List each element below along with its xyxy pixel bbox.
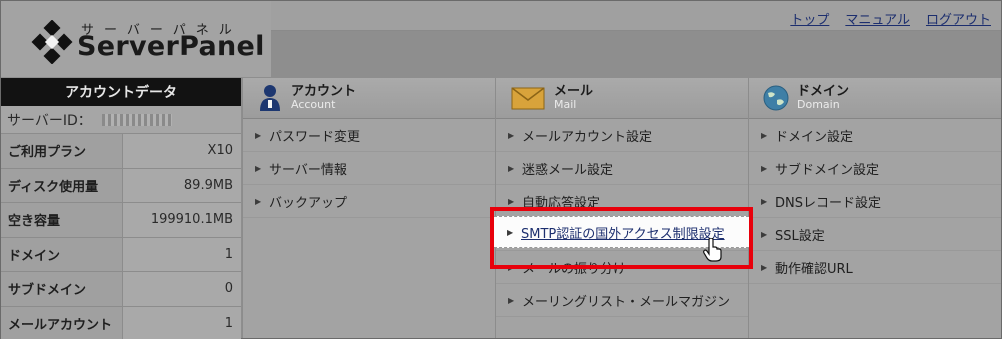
menu-item-subdomain[interactable]: ▶ サブドメイン設定 xyxy=(749,152,1001,185)
menu-item-label: メールアカウント設定 xyxy=(522,129,653,145)
menu-item-label: メーリングリスト・メールマガジン xyxy=(522,294,731,310)
menu-item-label: パスワード変更 xyxy=(269,129,361,145)
server-id-label: サーバーID： xyxy=(7,112,92,129)
account-row-label: ディスク使用量 xyxy=(1,168,123,202)
menu-item-ssl[interactable]: ▶ SSL設定 xyxy=(749,218,1001,251)
arrow-icon: ▶ xyxy=(761,196,768,206)
menu-item-label: サブドメイン設定 xyxy=(775,162,880,178)
account-row-label: メールアカウント xyxy=(1,306,123,339)
hand-cursor-icon xyxy=(703,238,722,262)
domain-column: ドメイン Domain ▶ ドメイン設定 ▶ サブドメイン設定 ▶ DNSレコード設定… xyxy=(748,78,1001,338)
arrow-icon: ▶ xyxy=(508,196,515,206)
column-subtitle: Mail xyxy=(554,98,577,112)
top-link[interactable]: トップ xyxy=(790,9,829,28)
account-row: サブドメイン 0 xyxy=(1,272,241,307)
header-spacer xyxy=(271,31,1001,77)
account-data-panel: アカウントデータ サーバーID： ご利用プラン X10 ディスク使用量 89.9MB… xyxy=(1,78,241,339)
logo-diamond-icon xyxy=(31,20,73,64)
top-bar: トップ マニュアル ログアウト xyxy=(271,1,1001,31)
account-row: 空き容量 199910.1MB xyxy=(1,203,241,238)
account-row-value: X10 xyxy=(123,134,241,168)
header-links: トップ マニュアル ログアウト xyxy=(790,9,991,28)
account-row: ディスク使用量 89.9MB xyxy=(1,168,241,203)
account-row: ご利用プラン X10 xyxy=(1,134,241,169)
column-subtitle: Account xyxy=(291,98,336,112)
logo-text: ServerPanel xyxy=(77,31,265,62)
domain-column-header: ドメイン Domain xyxy=(749,78,1001,119)
column-subtitle: Domain xyxy=(797,98,840,112)
arrow-icon: ▶ xyxy=(255,163,262,173)
menu-item-label: 動作確認URL xyxy=(775,261,853,277)
mail-icon xyxy=(510,84,546,112)
logout-link[interactable]: ログアウト xyxy=(926,9,991,28)
menu-item-label: SSL設定 xyxy=(775,228,825,244)
globe-icon xyxy=(763,84,789,112)
menu-item-mailing-list[interactable]: ▶ メーリングリスト・メールマガジン xyxy=(496,284,748,317)
menu-item-label: DNSレコード設定 xyxy=(775,195,881,211)
account-row-value: 0 xyxy=(123,272,241,306)
menu-item-test-url[interactable]: ▶ 動作確認URL xyxy=(749,251,1001,284)
user-icon xyxy=(257,84,283,112)
menu-item-mail-account[interactable]: ▶ メールアカウント設定 xyxy=(496,119,748,152)
account-row-label: ドメイン xyxy=(1,237,123,271)
mail-column-header: メール Mail xyxy=(496,78,748,119)
arrow-icon: ▶ xyxy=(508,163,515,173)
column-title: ドメイン xyxy=(797,84,850,100)
menu-item-spam[interactable]: ▶ 迷惑メール設定 xyxy=(496,152,748,185)
account-row-label: ご利用プラン xyxy=(1,134,123,168)
account-row-value: 1 xyxy=(123,237,241,271)
arrow-icon: ▶ xyxy=(761,262,768,272)
arrow-icon: ▶ xyxy=(761,130,768,140)
account-column: アカウント Account ▶ パスワード変更 ▶ サーバー情報 ▶ バックアップ xyxy=(242,78,495,338)
arrow-icon: ▶ xyxy=(761,229,768,239)
menu-item-password[interactable]: ▶ パスワード変更 xyxy=(243,119,495,152)
menu-item-label: 迷惑メール設定 xyxy=(522,162,614,178)
logo[interactable]: サーバーパネル ServerPanel xyxy=(1,1,271,77)
account-row: ドメイン 1 xyxy=(1,237,241,272)
account-row-label: 空き容量 xyxy=(1,203,123,237)
manual-link[interactable]: マニュアル xyxy=(845,9,910,28)
arrow-icon: ▶ xyxy=(255,130,262,140)
menu-item-label: サーバー情報 xyxy=(269,162,347,178)
account-data-title: アカウントデータ xyxy=(1,78,241,106)
menu-item-domain[interactable]: ▶ ドメイン設定 xyxy=(749,119,1001,152)
arrow-icon: ▶ xyxy=(508,295,515,305)
menu-item-backup[interactable]: ▶ バックアップ xyxy=(243,185,495,218)
arrow-icon: ▶ xyxy=(508,130,515,140)
menu-item-server-info[interactable]: ▶ サーバー情報 xyxy=(243,152,495,185)
arrow-icon: ▶ xyxy=(761,163,768,173)
menu-item-label: ドメイン設定 xyxy=(775,129,854,145)
server-id-redacted xyxy=(101,113,172,126)
account-row-label: サブドメイン xyxy=(1,272,123,306)
account-row-value: 199910.1MB xyxy=(123,203,241,237)
account-row-value: 1 xyxy=(123,306,241,339)
menu-item-dns[interactable]: ▶ DNSレコード設定 xyxy=(749,185,1001,218)
column-title: アカウント xyxy=(291,84,357,100)
server-id-row: サーバーID： xyxy=(1,106,241,134)
column-title: メール xyxy=(554,84,594,100)
account-row-value: 89.9MB xyxy=(123,168,241,202)
arrow-icon: ▶ xyxy=(255,196,262,206)
account-column-header: アカウント Account xyxy=(243,78,495,119)
menu-item-label: バックアップ xyxy=(269,195,348,211)
account-row: メールアカウント 1 xyxy=(1,306,241,339)
